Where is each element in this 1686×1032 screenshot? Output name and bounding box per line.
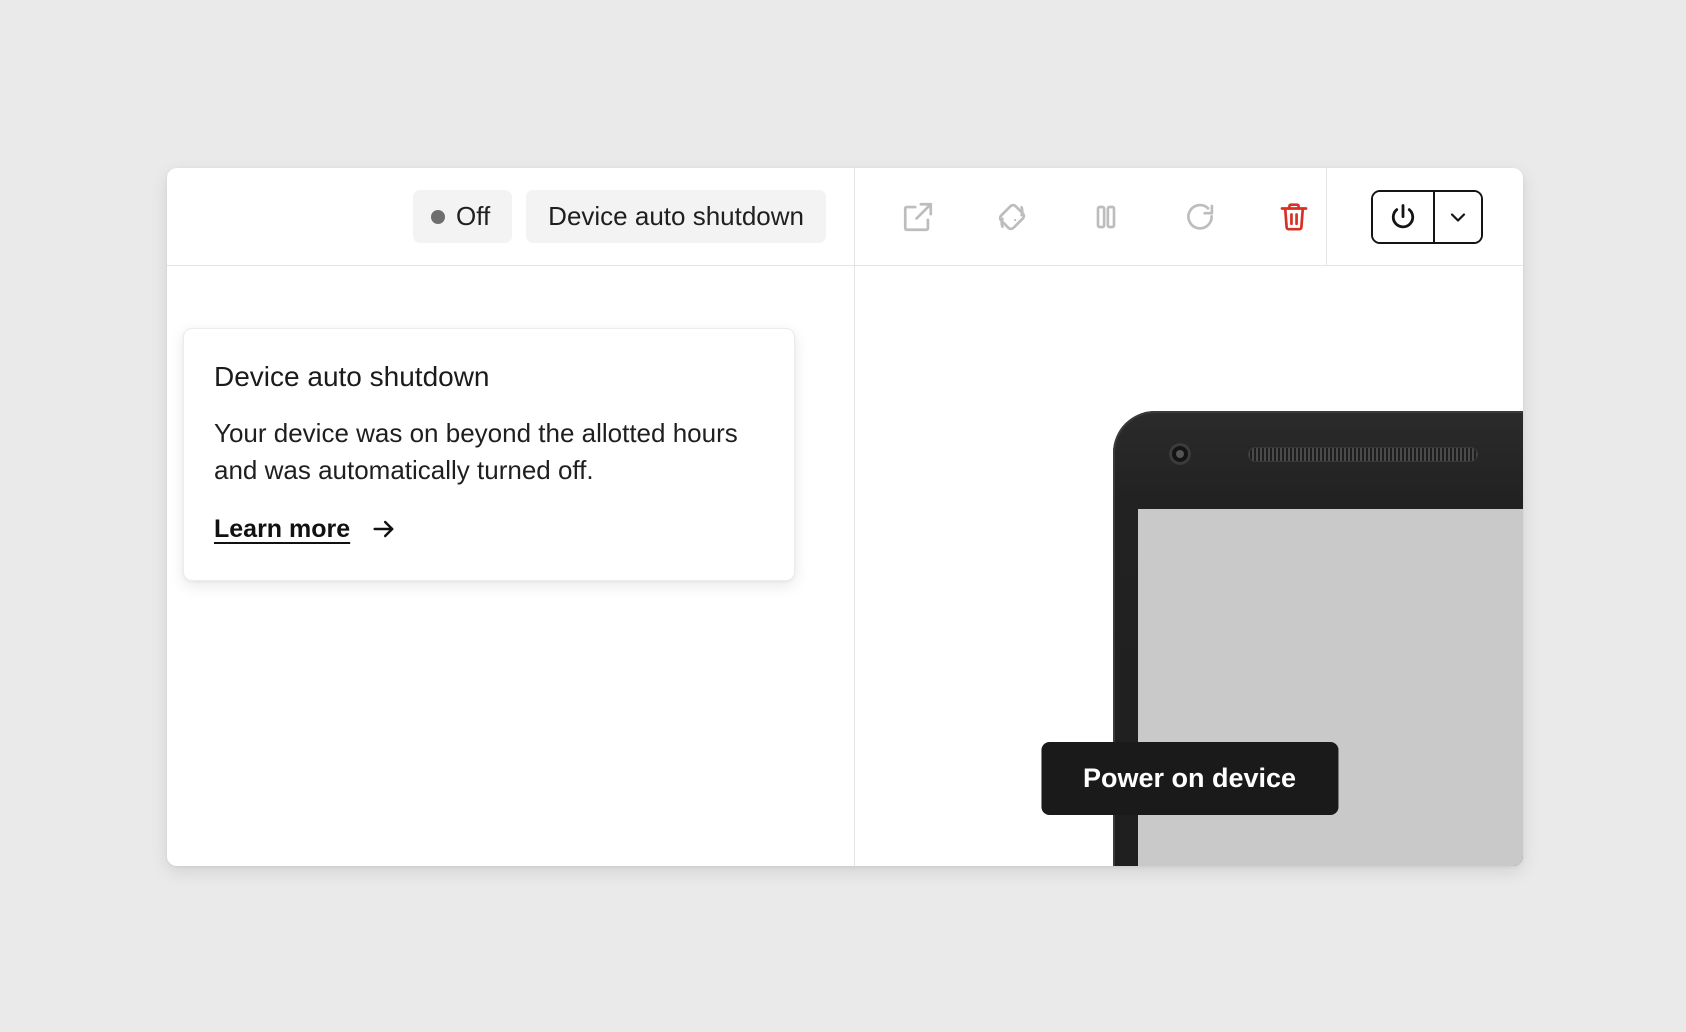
pause-icon <box>1096 205 1116 228</box>
status-badge: Off <box>412 190 513 243</box>
auto-shutdown-popover: Device auto shutdown Your device was on … <box>183 328 795 581</box>
power-button-group <box>1371 189 1483 244</box>
status-label: Off <box>455 201 491 231</box>
learn-more-link[interactable]: Learn more <box>214 515 400 544</box>
shutdown-reason-chip[interactable]: Device auto shutdown <box>526 190 826 243</box>
external-link-icon <box>903 202 933 231</box>
power-on-device-button[interactable]: Power on device <box>1040 742 1339 815</box>
left-panel: Device auto shutdown Your device was on … <box>167 266 855 866</box>
status-dot-icon <box>430 209 445 224</box>
rotate-device-icon-button[interactable] <box>990 195 1034 239</box>
card-header: Off Device auto shutdown <box>167 168 1523 266</box>
learn-more-label: Learn more <box>214 514 351 543</box>
device-control-card: Off Device auto shutdown Device auto shu… <box>167 168 1523 866</box>
refresh-icon <box>1187 203 1214 230</box>
popover-body-text: Your device was on beyond the allotted h… <box>214 418 738 485</box>
power-button[interactable] <box>1373 191 1435 242</box>
external-link-icon-button[interactable] <box>896 195 940 239</box>
front-camera-icon <box>1169 443 1191 465</box>
shutdown-reason-label: Device auto shutdown <box>548 201 804 231</box>
popover-title: Device auto shutdown <box>214 361 490 392</box>
trash-icon <box>1280 202 1308 231</box>
power-dropdown-button[interactable] <box>1435 191 1481 242</box>
toolbar <box>856 168 1523 265</box>
power-icon <box>1391 203 1415 228</box>
toolbar-actions <box>856 168 1326 265</box>
trash-icon-button[interactable] <box>1272 195 1316 239</box>
device-preview-panel: Power on device <box>856 266 1523 866</box>
status-area: Off Device auto shutdown <box>167 168 855 265</box>
rotate-device-icon <box>998 203 1026 230</box>
earpiece-speaker <box>1248 447 1478 462</box>
refresh-icon-button[interactable] <box>1178 195 1222 239</box>
pause-icon-button[interactable] <box>1084 195 1128 239</box>
chevron-down-icon <box>1450 212 1466 222</box>
arrow-right-icon <box>373 521 394 538</box>
power-controls <box>1326 168 1523 265</box>
